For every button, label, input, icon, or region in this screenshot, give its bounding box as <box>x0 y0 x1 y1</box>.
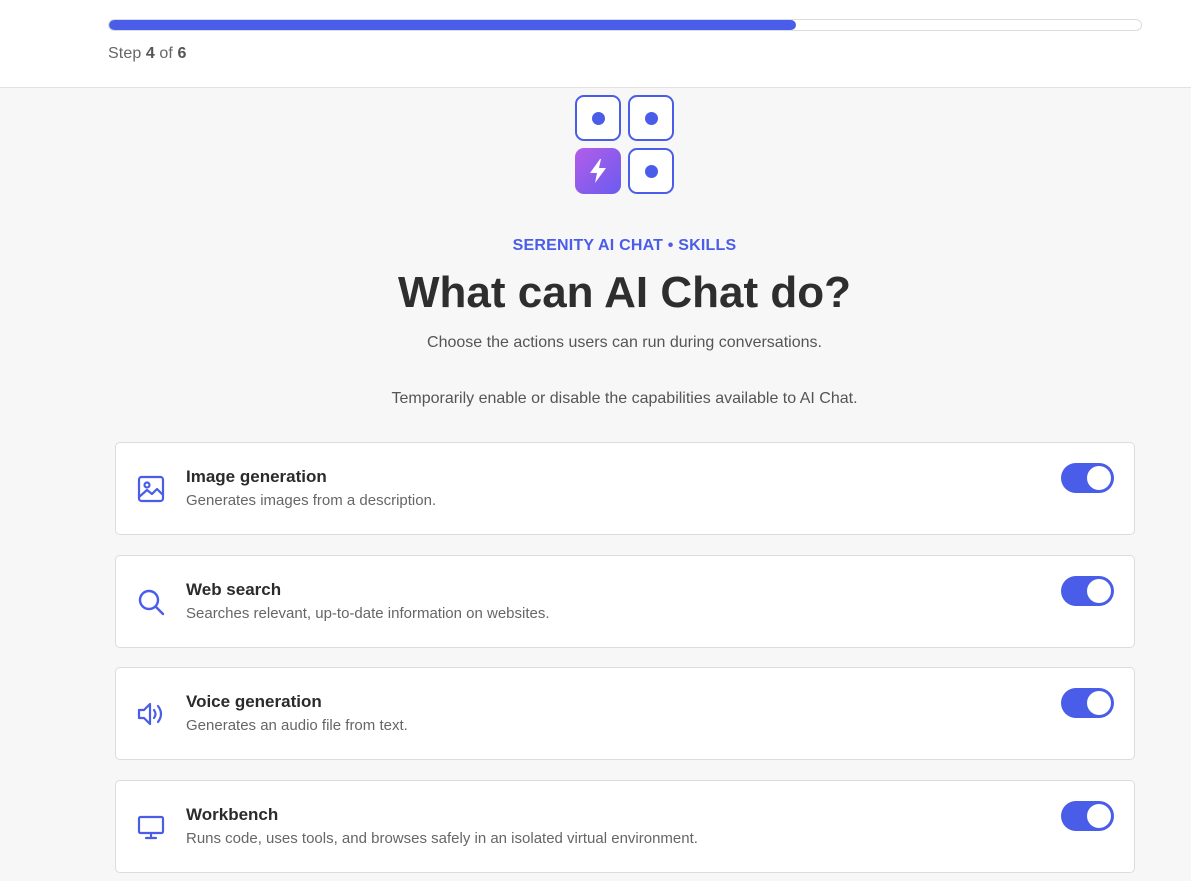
skill-title: Image generation <box>186 467 327 486</box>
skill-title: Web search <box>186 580 282 599</box>
skill-title: Voice generation <box>186 692 322 711</box>
image-generation-toggle[interactable] <box>1061 463 1114 493</box>
skill-card-image-generation: Image generation Generates images from a… <box>115 442 1135 535</box>
progress-bar-fill <box>109 20 797 30</box>
skill-card-workbench: Workbench Runs code, uses tools, and bro… <box>115 780 1135 873</box>
top-bar: Step 4 of 6 <box>0 0 1191 88</box>
web-search-toggle[interactable] <box>1061 576 1114 606</box>
skill-subtitle: Generates an audio file from text. <box>186 717 408 734</box>
page-description: Temporarily enable or disable the capabi… <box>391 390 858 407</box>
voice-generation-toggle[interactable] <box>1061 688 1114 718</box>
skill-title: Workbench <box>186 805 279 824</box>
page-subtitle: Choose the actions users can run during … <box>427 334 822 351</box>
search-icon <box>136 587 166 617</box>
lightning-icon <box>575 148 621 194</box>
step-prefix: Step <box>108 45 142 62</box>
image-icon <box>136 474 166 504</box>
workbench-toggle[interactable] <box>1061 801 1114 831</box>
progress-bar <box>108 19 1142 31</box>
eyebrow-label: SERENITY AI CHAT • SKILLS <box>512 237 737 254</box>
skills-logo <box>575 95 675 195</box>
logo-tile <box>575 95 621 141</box>
step-indicator: Step 4 of 6 <box>108 45 187 63</box>
speaker-icon <box>136 699 166 729</box>
step-current: 4 <box>145 45 155 62</box>
skill-card-web-search: Web search Searches relevant, up-to-date… <box>115 555 1135 648</box>
monitor-icon <box>136 812 166 842</box>
step-total: 6 <box>177 45 187 62</box>
skill-subtitle: Runs code, uses tools, and browses safel… <box>186 830 698 847</box>
skill-subtitle: Searches relevant, up-to-date informatio… <box>186 605 550 622</box>
step-of: of <box>159 45 173 62</box>
logo-tile <box>628 148 674 194</box>
page-title: What can AI Chat do? <box>397 268 852 317</box>
skill-subtitle: Generates images from a description. <box>186 492 437 509</box>
skill-card-voice-generation: Voice generation Generates an audio file… <box>115 667 1135 760</box>
logo-tile <box>628 95 674 141</box>
